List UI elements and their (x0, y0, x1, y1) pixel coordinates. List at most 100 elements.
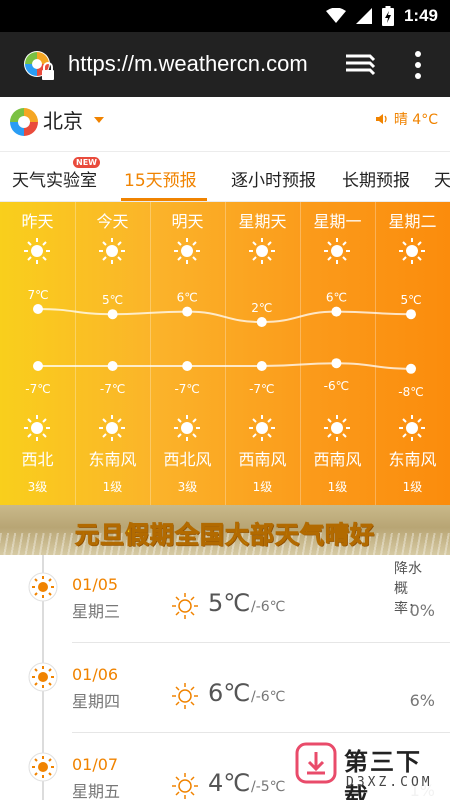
wind-direction: 西南风 (313, 450, 362, 469)
sun-outline-icon (172, 593, 198, 619)
high-temp-point (33, 304, 43, 314)
tab-15-day[interactable]: 15天预报 (124, 166, 197, 191)
banner-text: 元旦假期全国大部天气晴好 (75, 521, 375, 550)
list-item[interactable]: 01/06 星期四 6℃ /-6℃ 6% (0, 645, 450, 733)
sun-icon (174, 238, 200, 264)
row-precip: 6% (409, 691, 435, 710)
high-temp-label: 7℃ (27, 288, 48, 302)
overflow-menu-icon[interactable] (411, 50, 425, 80)
row-date: 01/05 (72, 575, 119, 594)
sun-icon (249, 415, 275, 441)
high-temp-label: 5℃ (102, 293, 123, 307)
high-temp-label: 6℃ (177, 291, 198, 305)
tab-weather-lab[interactable]: 天气实验室 (12, 166, 97, 191)
day-name: 昨天 (21, 212, 54, 231)
watermark-subtitle: D3XZ.COM (346, 775, 433, 790)
high-temp-point (107, 309, 118, 320)
high-temp-label: 6℃ (326, 291, 347, 305)
low-temp-label: -6℃ (324, 379, 349, 393)
day-name: 星期二 (388, 212, 437, 231)
high-temp-label: 5℃ (400, 293, 421, 307)
new-badge: NEW (73, 157, 100, 168)
wind-direction: 西北风 (163, 450, 212, 469)
row-date: 01/07 (72, 755, 119, 774)
wind-direction: 西北 (21, 450, 54, 469)
sun-outline-icon (172, 683, 198, 709)
low-temp-label: -7℃ (174, 382, 199, 396)
low-temp-label: -7℃ (100, 382, 125, 396)
tab-label: 长期预报 (342, 171, 410, 191)
row-divider (72, 642, 450, 643)
wind-level: 1级 (327, 480, 348, 494)
tab-label: 天 (434, 171, 450, 191)
current-weather[interactable]: 晴 4°C (375, 109, 438, 129)
high-temp-point (256, 317, 267, 327)
row-low-temp: /-5℃ (251, 779, 286, 795)
signal-icon (355, 8, 372, 24)
sun-outline-icon (172, 773, 198, 799)
sun-icon (24, 415, 50, 441)
sun-icon (99, 415, 125, 441)
sun-icon (399, 415, 425, 441)
battery-charging-icon (381, 6, 394, 26)
high-temp-line (37, 308, 412, 324)
tabs-icon[interactable] (344, 52, 376, 78)
day-name: 星期天 (238, 212, 287, 231)
low-temp-point (406, 363, 416, 374)
browser-toolbar: https://m.weathercn.com (0, 32, 450, 97)
watermark-title: 第三下载 (344, 748, 422, 800)
site-lock-icon[interactable] (22, 49, 56, 83)
sun-icon (324, 238, 350, 264)
sun-icon (28, 662, 58, 692)
city-bar: 北京 晴 4°C (0, 97, 450, 152)
row-precip: 0% (409, 601, 435, 620)
city-selector[interactable]: 北京 (43, 105, 83, 134)
row-low-temp: /-6℃ (251, 599, 286, 615)
low-temp-point (256, 361, 267, 371)
row-high-temp: 4℃ (208, 769, 251, 797)
row-date: 01/06 (72, 665, 119, 684)
sun-icon (28, 572, 58, 602)
low-temp-point (182, 361, 193, 371)
high-temp-point (331, 306, 342, 317)
tab-label: 天气实验室 (12, 171, 97, 191)
chevron-down-icon[interactable] (94, 117, 104, 123)
sun-icon (28, 752, 58, 782)
tab-label: 逐小时预报 (231, 171, 316, 191)
wind-level: 1级 (102, 480, 123, 494)
row-low-temp: /-6℃ (251, 689, 286, 705)
wind-direction: 东南风 (388, 450, 437, 469)
download-logo-icon (295, 742, 337, 784)
list-item[interactable]: 01/05 星期三 5℃ /-6℃ 0% (0, 555, 450, 643)
wind-level: 1级 (402, 480, 423, 494)
low-temp-point (331, 358, 342, 369)
sun-icon (99, 238, 125, 264)
row-high-temp: 5℃ (208, 589, 251, 617)
high-temp-point (406, 309, 416, 320)
forecast-panel: 7℃ 5℃ 6℃ 2℃ 6℃ 5℃ -7℃ -7℃ -7℃ -7℃ -6℃ -8℃ 昨天 西北 3级 … (0, 202, 450, 505)
low-temp-point (33, 361, 43, 371)
tab-hourly[interactable]: 逐小时预报 (231, 166, 316, 191)
sun-icon (24, 238, 50, 264)
tab-more[interactable]: 天 (434, 166, 450, 191)
row-weekday: 星期三 (72, 602, 121, 621)
watermark: 第三下载 D3XZ.COM (292, 740, 442, 800)
low-temp-label: -8℃ (398, 385, 423, 399)
holiday-banner[interactable]: 元旦假期全国大部天气晴好 (0, 505, 450, 555)
url-field[interactable]: https://m.weathercn.com (68, 51, 308, 77)
sun-icon (249, 238, 275, 264)
speaker-icon (375, 114, 387, 124)
low-temp-point (107, 361, 118, 371)
low-temp-label: -7℃ (249, 382, 274, 396)
wind-direction: 东南风 (88, 450, 137, 469)
active-tab-indicator (121, 198, 207, 201)
day-name: 星期一 (313, 212, 362, 231)
low-temp-line (38, 362, 412, 370)
day-name: 今天 (96, 212, 129, 231)
row-weekday: 星期五 (72, 782, 121, 800)
row-divider (72, 732, 450, 733)
tab-long-term[interactable]: 长期预报 (342, 166, 410, 191)
sun-icon (399, 238, 425, 264)
current-weather-text: 晴 4°C (393, 112, 438, 128)
wind-direction: 西南风 (238, 450, 287, 469)
